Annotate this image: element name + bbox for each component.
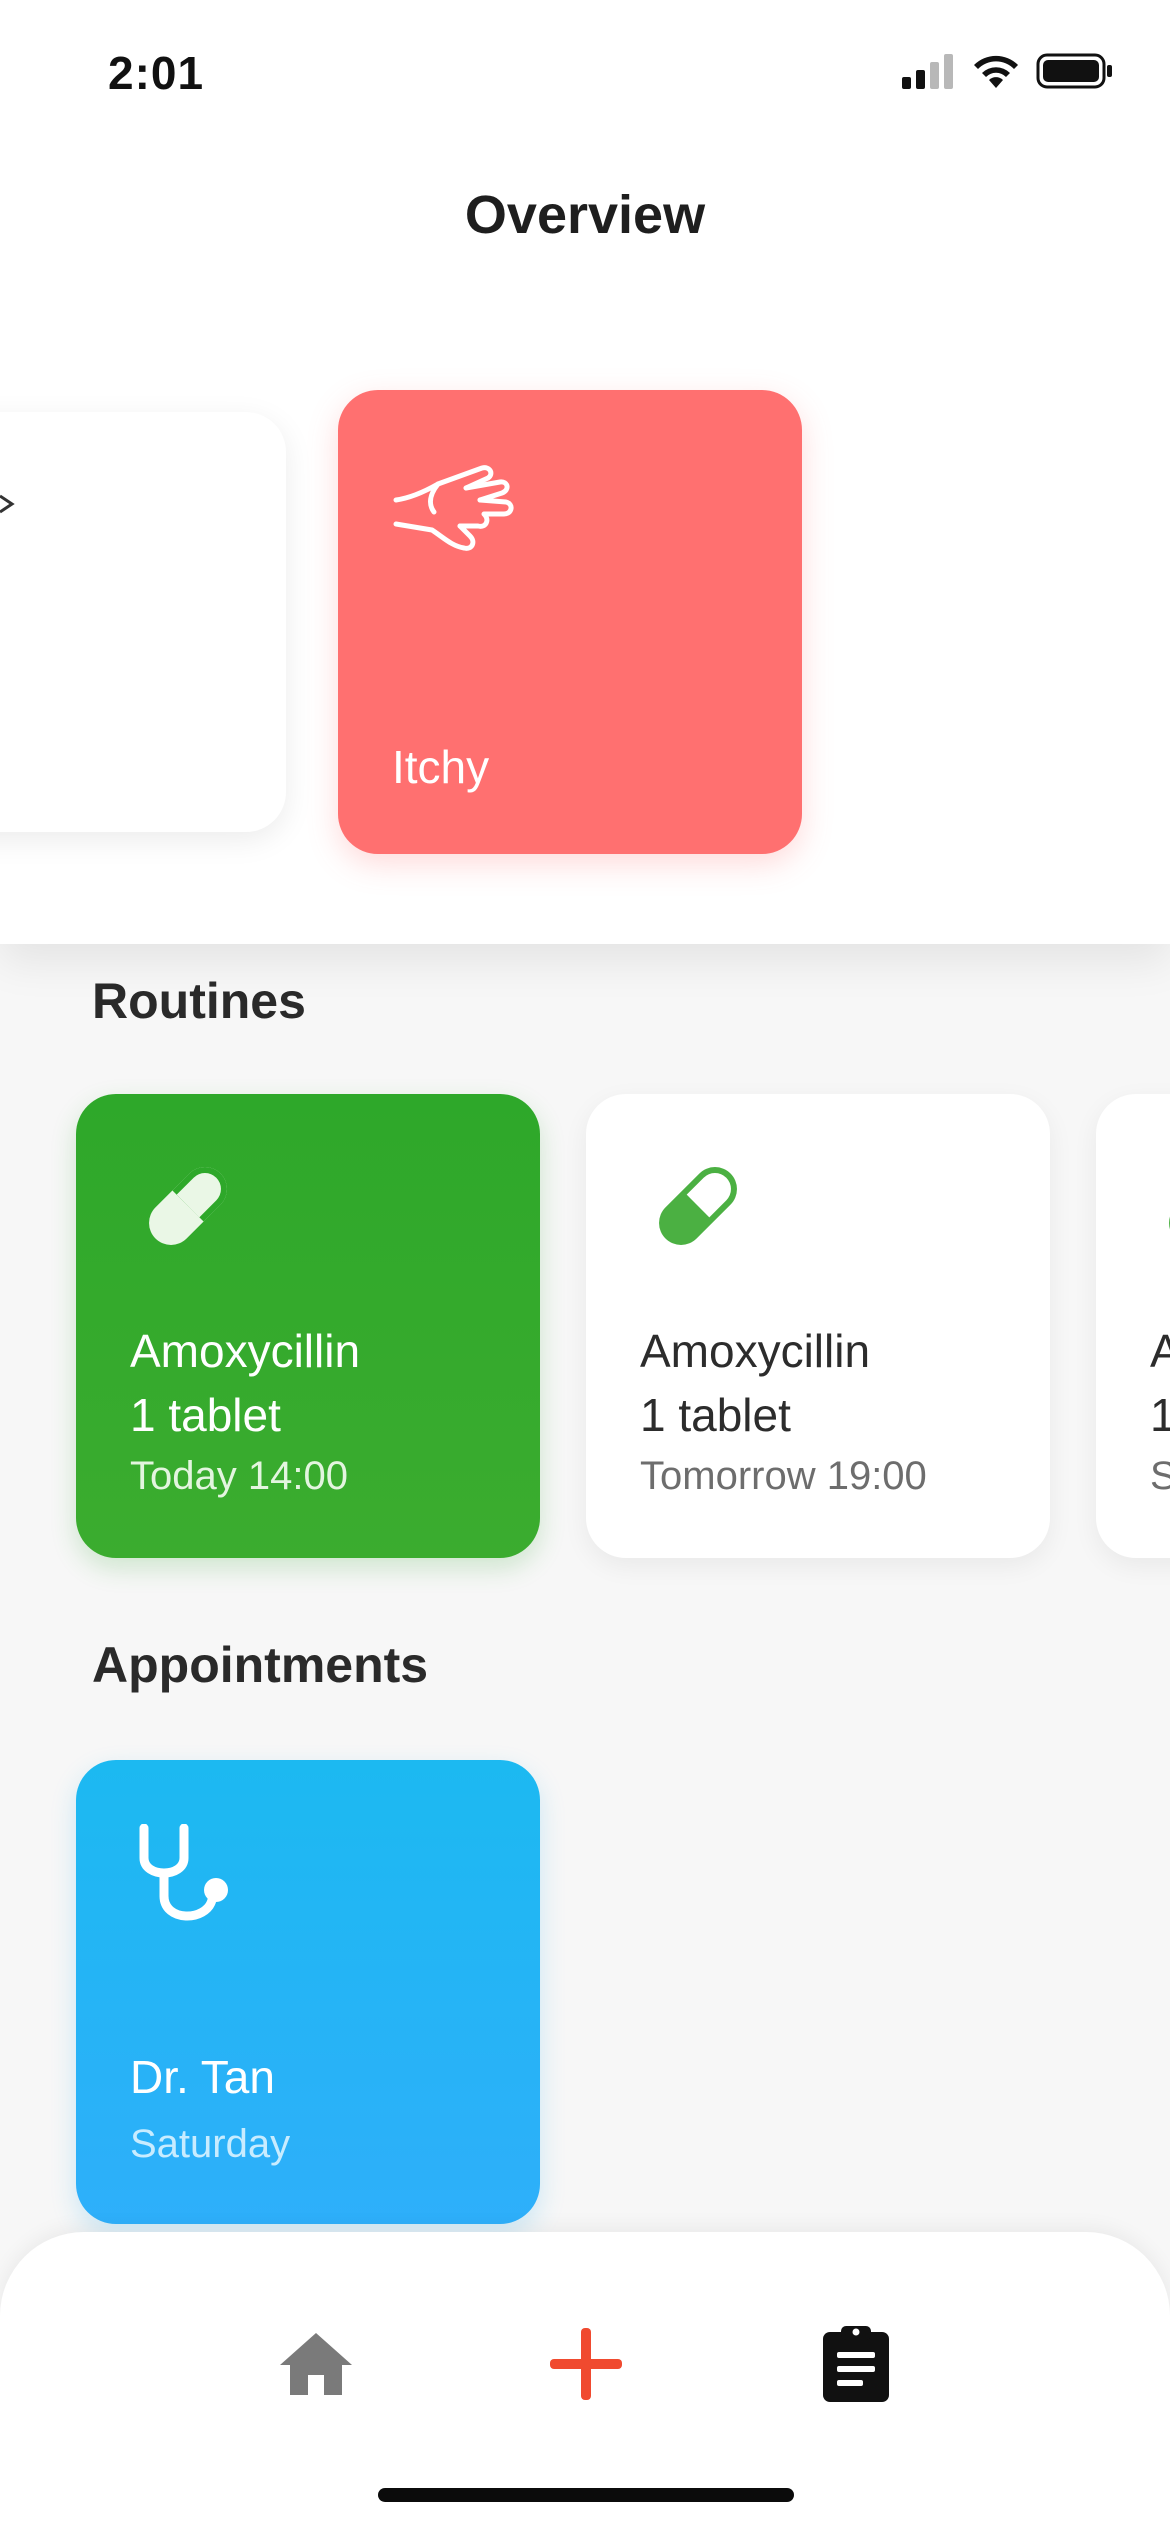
routine-card[interactable]: Amoxycillin 1 tablet Today 14:00 (76, 1094, 540, 1558)
stethoscope-icon (139, 1824, 228, 1921)
symptom-card[interactable] (0, 412, 286, 832)
appointment-card[interactable]: Dr. Tan Saturday (76, 1760, 540, 2224)
routine-name: Amoxycillin (130, 1325, 361, 1377)
symptom-card-itchy[interactable]: Itchy (338, 390, 802, 854)
page-title: Overview (464, 185, 706, 245)
home-icon (280, 2333, 352, 2395)
tab-bar (0, 2232, 1170, 2532)
pill-icon (1169, 1167, 1170, 1245)
routine-dose: 1 (1150, 1389, 1170, 1441)
routine-time: S (1150, 1454, 1170, 1498)
app-screen: 2:01 Overview Itchy Routines Amoxycillin… (0, 0, 1170, 2532)
tab-home[interactable] (266, 2314, 366, 2414)
status-bar: 2:01 (0, 0, 1170, 140)
routine-time: Today 14:00 (130, 1454, 348, 1498)
status-time: 2:01 (108, 47, 205, 99)
routine-name: A (1150, 1325, 1170, 1377)
appointment-doctor: Dr. Tan (130, 2051, 275, 2103)
cellular-signal-icon (902, 54, 953, 89)
pill-icon (659, 1167, 737, 1245)
tab-add[interactable] (536, 2314, 636, 2414)
wifi-icon (974, 55, 1018, 88)
routine-card[interactable]: A 1 S (1096, 1094, 1170, 1558)
arrow-icon (0, 494, 15, 514)
routine-dose: 1 tablet (640, 1389, 791, 1441)
routine-card[interactable]: Amoxycillin 1 tablet Tomorrow 19:00 (586, 1094, 1050, 1558)
plus-icon (550, 2328, 622, 2400)
routine-name: Amoxycillin (640, 1325, 871, 1377)
hand-scratch-icon (393, 465, 514, 551)
overview-header-panel: 2:01 Overview Itchy (0, 0, 1170, 944)
appointments-heading: Appointments (92, 1637, 429, 1693)
routines-heading: Routines (92, 973, 306, 1029)
symptom-label: Itchy (392, 741, 490, 793)
clipboard-icon (823, 2326, 889, 2402)
status-icons (902, 52, 1114, 90)
routine-dose: 1 tablet (130, 1389, 281, 1441)
battery-icon (1036, 53, 1112, 89)
home-indicator (378, 2488, 794, 2502)
pill-icon (149, 1167, 227, 1245)
routine-time: Tomorrow 19:00 (640, 1454, 927, 1498)
appointment-day: Saturday (130, 2122, 291, 2166)
tab-records[interactable] (806, 2314, 906, 2414)
